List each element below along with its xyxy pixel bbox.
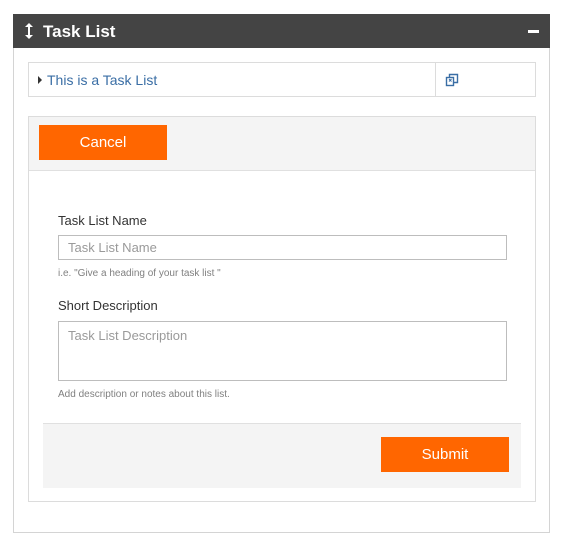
task-list-item: This is a Task List: [28, 62, 536, 97]
vertical-resize-arrows-icon[interactable]: [23, 22, 35, 40]
short-description-input[interactable]: [58, 321, 507, 381]
widget-header: Task List: [13, 14, 550, 48]
short-description-label: Short Description: [58, 298, 158, 313]
task-list-name-label: Task List Name: [58, 213, 147, 228]
task-list-widget: Task List This is a Task List Cancel Tas…: [13, 14, 550, 533]
form-footer: Submit: [43, 423, 521, 488]
task-list-name-help: i.e. "Give a heading of your task list ": [58, 268, 221, 279]
widget-title: Task List: [43, 22, 116, 41]
task-list-name-input[interactable]: [58, 235, 507, 260]
cancel-button[interactable]: Cancel: [39, 125, 167, 160]
submit-button[interactable]: Submit: [381, 437, 509, 472]
task-list-item-link[interactable]: This is a Task List: [47, 72, 157, 88]
row-divider: [435, 63, 436, 96]
form-toolbar: Cancel: [29, 117, 535, 171]
minus-icon[interactable]: [526, 23, 542, 39]
copy-icon[interactable]: [445, 73, 459, 87]
short-description-help: Add description or notes about this list…: [58, 389, 230, 400]
caret-right-icon[interactable]: [38, 76, 42, 84]
task-list-form: Cancel Task List Name i.e. "Give a headi…: [28, 116, 536, 502]
